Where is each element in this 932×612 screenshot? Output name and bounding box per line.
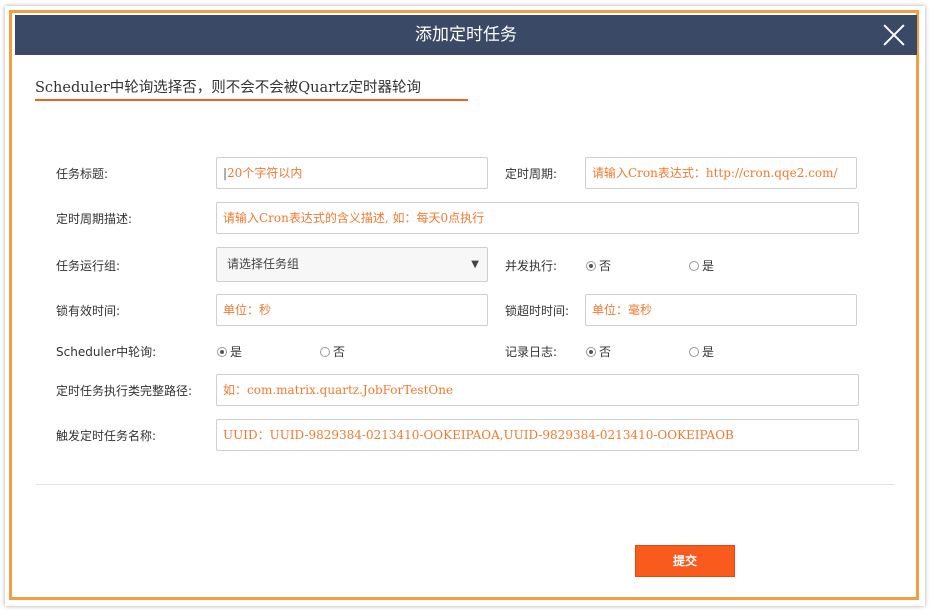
log-option-no: 否 — [599, 345, 612, 359]
log-radio-yes[interactable]: 是 — [689, 343, 714, 360]
log-option-yes: 是 — [702, 345, 715, 359]
radio-selected-icon — [217, 347, 227, 357]
dropdown-arrow-icon: ▼ — [471, 259, 479, 270]
task-title-placeholder: 20个字符以内 — [227, 166, 303, 180]
trigger-name-label: 触发定时任务名称: — [56, 429, 157, 443]
scheduler-poll-label: Scheduler中轮询: — [56, 345, 157, 359]
radio-unselected-icon — [689, 347, 699, 357]
footer-divider — [36, 484, 894, 485]
group-select[interactable]: 请选择任务组 ▼ — [216, 247, 488, 282]
class-path-input[interactable]: 如：com.matrix.quartz.JobForTestOne — [216, 374, 859, 406]
class-path-label: 定时任务执行类完整路径: — [56, 384, 193, 398]
cron-placeholder: 请输入Cron表达式：http://cron.qqe2.com/ — [592, 166, 838, 180]
cron-desc-input[interactable]: 请输入Cron表达式的含义描述, 如：每天0点执行 — [216, 202, 859, 234]
cron-label: 定时周期: — [505, 167, 558, 181]
concurrent-radio-no[interactable]: 否 — [586, 257, 611, 274]
notice-underline — [35, 99, 468, 101]
radio-unselected-icon — [689, 261, 699, 271]
group-select-value: 请选择任务组 — [227, 257, 300, 271]
radio-unselected-icon — [320, 347, 330, 357]
lock-valid-label: 锁有效时间: — [56, 304, 121, 318]
radio-selected-icon — [586, 347, 596, 357]
cron-desc-label: 定时周期描述: — [56, 212, 133, 226]
trigger-name-input[interactable]: UUID：UUID-9829384-0213410-OOKEIPAOA,UUID… — [216, 419, 859, 451]
lock-valid-input[interactable]: 单位：秒 — [216, 294, 488, 326]
concurrent-label: 并发执行: — [505, 259, 558, 273]
group-label: 任务运行组: — [56, 259, 121, 273]
close-icon[interactable] — [882, 23, 906, 47]
lock-valid-placeholder: 单位：秒 — [223, 303, 272, 317]
cron-input[interactable]: 请输入Cron表达式：http://cron.qqe2.com/ — [585, 157, 857, 189]
lock-timeout-label: 锁超时时间: — [505, 304, 570, 318]
scheduler-poll-radio-no[interactable]: 否 — [320, 343, 345, 360]
notice-text: Scheduler中轮询选择否，则不会不会被Quartz定时器轮询 — [35, 80, 422, 96]
dialog-header: 添加定时任务 — [15, 15, 917, 55]
trigger-name-placeholder: UUID：UUID-9829384-0213410-OOKEIPAOA,UUID… — [223, 428, 734, 442]
lock-timeout-placeholder: 单位：毫秒 — [592, 303, 653, 317]
lock-timeout-input[interactable]: 单位：毫秒 — [585, 294, 857, 326]
concurrent-radio-yes[interactable]: 是 — [689, 257, 714, 274]
log-label: 记录日志: — [505, 345, 558, 359]
dialog-title: 添加定时任务 — [415, 25, 517, 45]
concurrent-option-yes: 是 — [702, 259, 715, 273]
scheduler-poll-option-yes: 是 — [230, 345, 243, 359]
log-radio-no[interactable]: 否 — [586, 343, 611, 360]
class-path-placeholder: 如：com.matrix.quartz.JobForTestOne — [223, 383, 454, 397]
scheduler-poll-option-no: 否 — [333, 345, 346, 359]
submit-button[interactable]: 提交 — [635, 545, 735, 577]
concurrent-option-no: 否 — [599, 259, 612, 273]
scheduler-poll-radio-yes[interactable]: 是 — [217, 343, 242, 360]
cron-desc-placeholder: 请输入Cron表达式的含义描述, 如：每天0点执行 — [223, 211, 485, 225]
task-title-input[interactable]: |20个字符以内 — [216, 157, 488, 189]
task-title-label: 任务标题: — [56, 167, 109, 181]
radio-selected-icon — [586, 261, 596, 271]
